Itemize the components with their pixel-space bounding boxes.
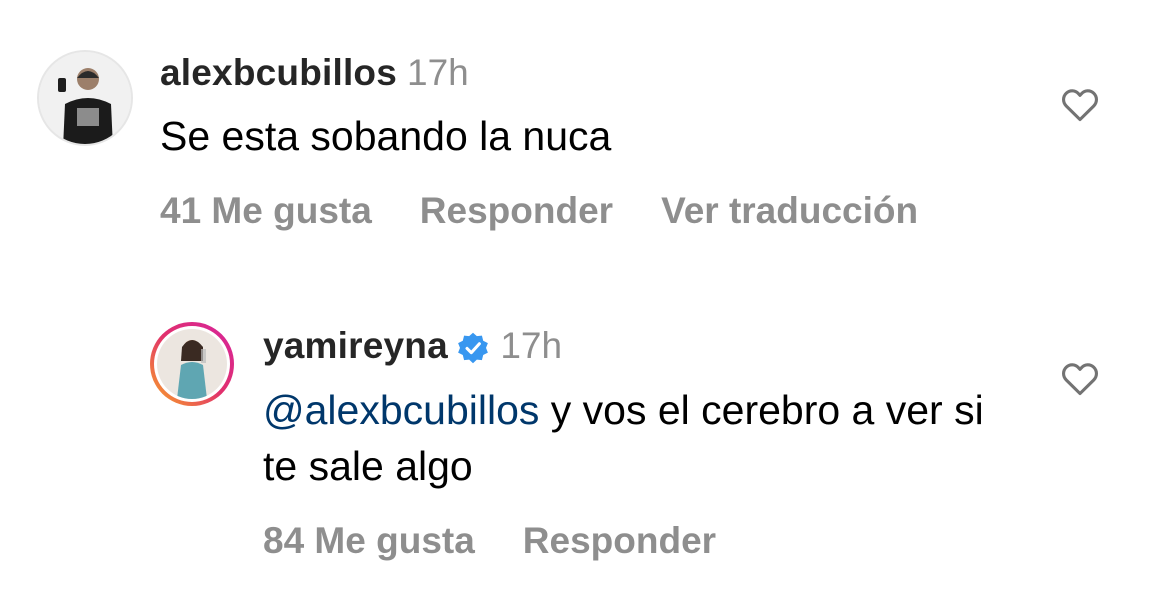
comment-actions: 41 Me gusta Responder Ver traducción — [160, 190, 966, 232]
comment-item: alexbcubillos 17h Se esta sobando la nuca… — [0, 0, 1170, 270]
heart-outline-icon — [1062, 363, 1098, 396]
reply-item: yamireyna 17h @alexbcubillos y vos el ce… — [0, 300, 1170, 607]
comment-text: Se esta sobando la nuca — [160, 113, 612, 159]
mention-link[interactable]: @alexbcubillos — [263, 387, 539, 433]
timestamp: 17h — [407, 52, 469, 93]
avatar-image — [39, 52, 131, 144]
reply-button[interactable]: Responder — [523, 520, 716, 561]
username[interactable]: alexbcubillos — [160, 52, 397, 93]
like-button[interactable] — [1060, 86, 1100, 122]
username[interactable]: yamireyna — [263, 325, 448, 366]
reply-button[interactable]: Responder — [420, 190, 613, 231]
comment-header: yamireyna 17h — [263, 325, 562, 370]
verified-badge-icon — [456, 331, 490, 370]
likes-count[interactable]: 84 Me gusta — [263, 520, 475, 561]
like-button[interactable] — [1060, 360, 1100, 396]
likes-count[interactable]: 41 Me gusta — [160, 190, 372, 231]
comment-header: alexbcubillos 17h — [160, 52, 469, 94]
avatar-image — [157, 329, 227, 399]
timestamp: 17h — [500, 325, 563, 366]
comment-actions: 84 Me gusta Responder — [263, 520, 764, 562]
comment-text: @alexbcubillos y vos el cerebro a ver si… — [263, 382, 1023, 494]
translate-button[interactable]: Ver traducción — [661, 190, 918, 231]
heart-outline-icon — [1062, 89, 1098, 122]
avatar-story-ring[interactable] — [150, 322, 234, 406]
avatar[interactable] — [37, 50, 133, 146]
